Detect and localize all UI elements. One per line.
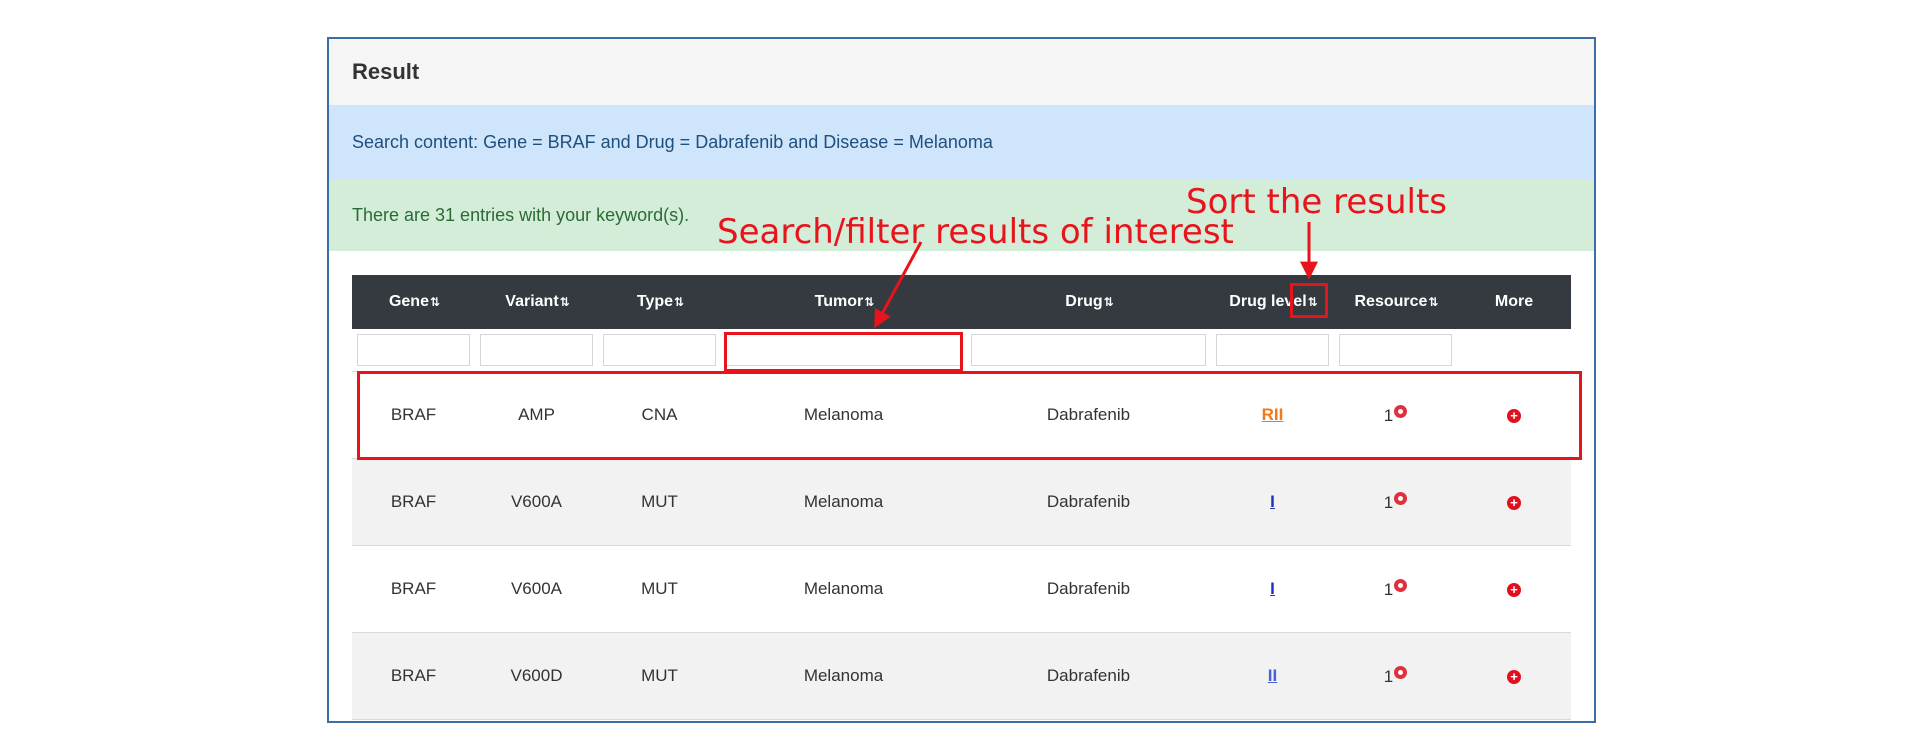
annotation-arrows — [874, 222, 1318, 329]
filter-arrow — [874, 241, 923, 329]
